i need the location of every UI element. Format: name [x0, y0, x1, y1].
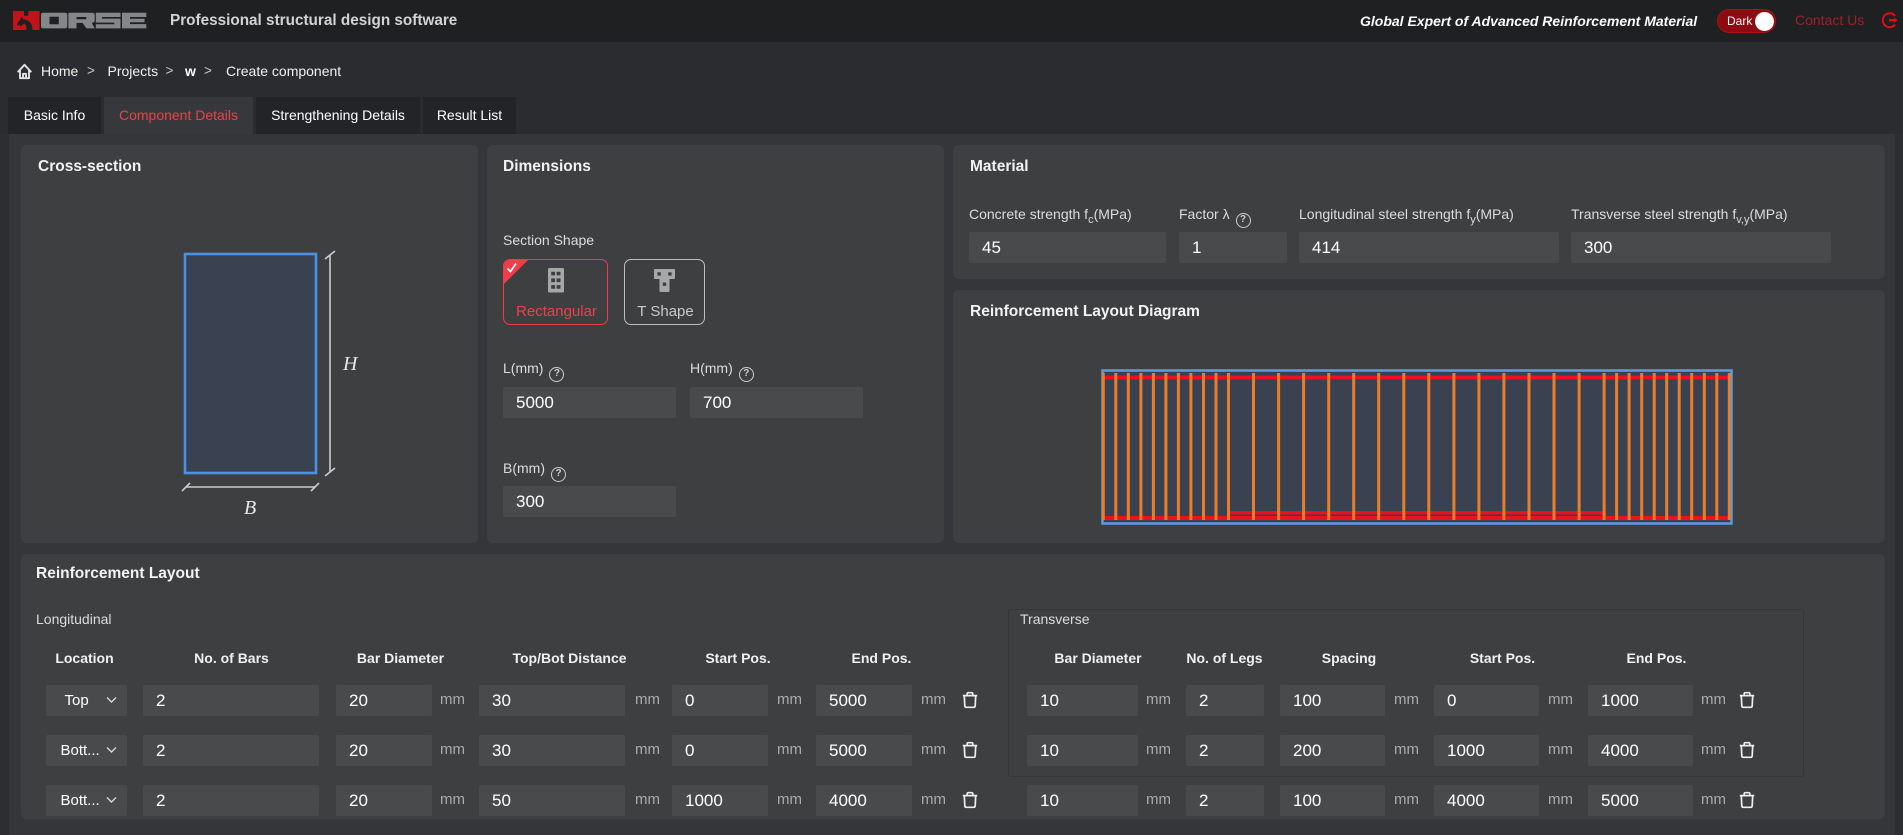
svg-text:H: H	[342, 353, 359, 375]
svg-text:B: B	[244, 497, 256, 519]
